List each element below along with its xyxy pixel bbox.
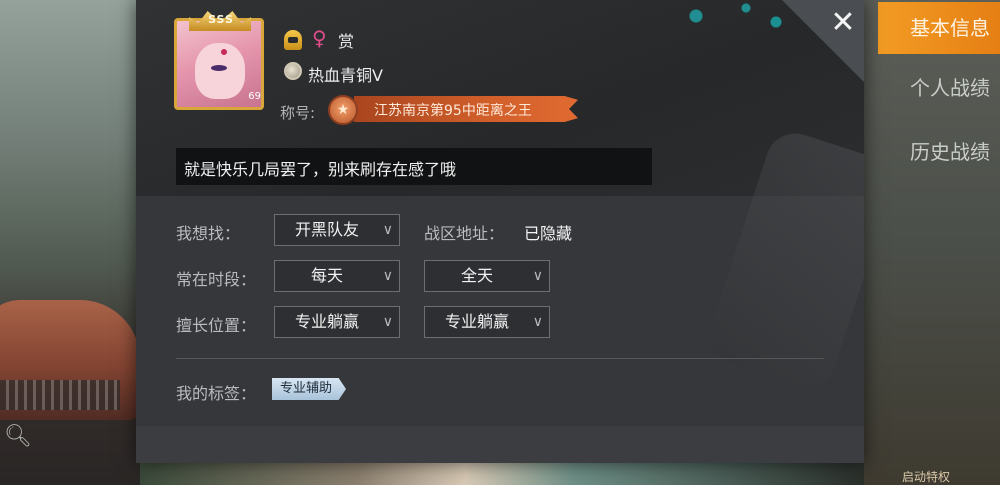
title-label: 称号: — [280, 104, 316, 122]
position-select-2[interactable]: 专业躺赢 ∨ — [424, 306, 550, 338]
nav-item-basic-info[interactable]: 基本信息 — [878, 2, 1000, 54]
nav-item-personal-stats[interactable]: 个人战绩 — [878, 62, 1000, 114]
avatar-level: 69 — [248, 91, 261, 102]
active-time-label: 常在时段： — [176, 270, 257, 289]
region-value: 已隐藏 — [524, 224, 573, 243]
profile-nav: 基本信息 个人战绩 历史战绩 — [878, 0, 1000, 485]
position-label: 擅长位置： — [176, 316, 257, 335]
avatar[interactable]: SSS 69 — [174, 11, 264, 110]
active-hours-value: 全天 — [460, 266, 493, 285]
signature-text: 就是快乐几局罢了，别来刷存在感了哦 — [184, 160, 457, 179]
chevron-down-icon: ∨ — [532, 314, 543, 330]
reward-badge-icon — [284, 30, 302, 50]
background-strip-bottom — [140, 463, 864, 485]
chevron-down-icon: ∨ — [382, 222, 393, 238]
tags-label: 我的标签： — [176, 384, 257, 403]
reward-label: 赏 — [338, 32, 355, 51]
position-select-1[interactable]: 专业躺赢 ∨ — [274, 306, 400, 338]
chevron-down-icon: ∨ — [532, 268, 543, 284]
title-text: 江苏南京第95中距离之王 — [374, 103, 532, 119]
region-label: 战区地址： — [424, 224, 505, 243]
rank-icon — [284, 62, 302, 80]
active-day-select[interactable]: 每天 ∨ — [274, 260, 400, 292]
divider — [176, 358, 824, 359]
background-car-grill — [0, 380, 120, 410]
star-medal-icon: ★ — [328, 95, 358, 125]
tag-chip[interactable]: 专业辅助 — [272, 378, 347, 400]
rank-name: 热血青铜Ⅴ — [308, 66, 383, 85]
avatar-rank-label: SSS — [208, 13, 234, 26]
avatar-eye — [211, 65, 227, 71]
looking-for-select[interactable]: 开黑队友 ∨ — [274, 214, 400, 246]
active-hours-select[interactable]: 全天 ∨ — [424, 260, 550, 292]
position-value-1: 专业躺赢 — [294, 312, 359, 331]
zoom-icon[interactable]: 🔍︎ — [4, 424, 32, 450]
looking-for-value: 开黑队友 — [294, 220, 359, 239]
looking-for-label: 我想找： — [176, 224, 241, 243]
female-icon: ♀ — [312, 26, 327, 50]
chevron-down-icon: ∨ — [382, 268, 393, 284]
close-button[interactable]: ✕ — [826, 6, 860, 40]
avatar-mark — [221, 49, 227, 55]
position-value-2: 专业躺赢 — [444, 312, 509, 331]
active-day-value: 每天 — [310, 266, 343, 285]
nav-item-history-stats[interactable]: 历史战绩 — [878, 126, 1000, 178]
profile-panel: ✕ SSS 69 ♀ 赏 热血青铜Ⅴ 称号: ★ 江苏南京第95中距离之王 就是… — [136, 0, 864, 463]
privilege-link[interactable]: 启动特权 — [902, 468, 950, 485]
panel-footer — [136, 426, 864, 463]
chevron-down-icon: ∨ — [382, 314, 393, 330]
